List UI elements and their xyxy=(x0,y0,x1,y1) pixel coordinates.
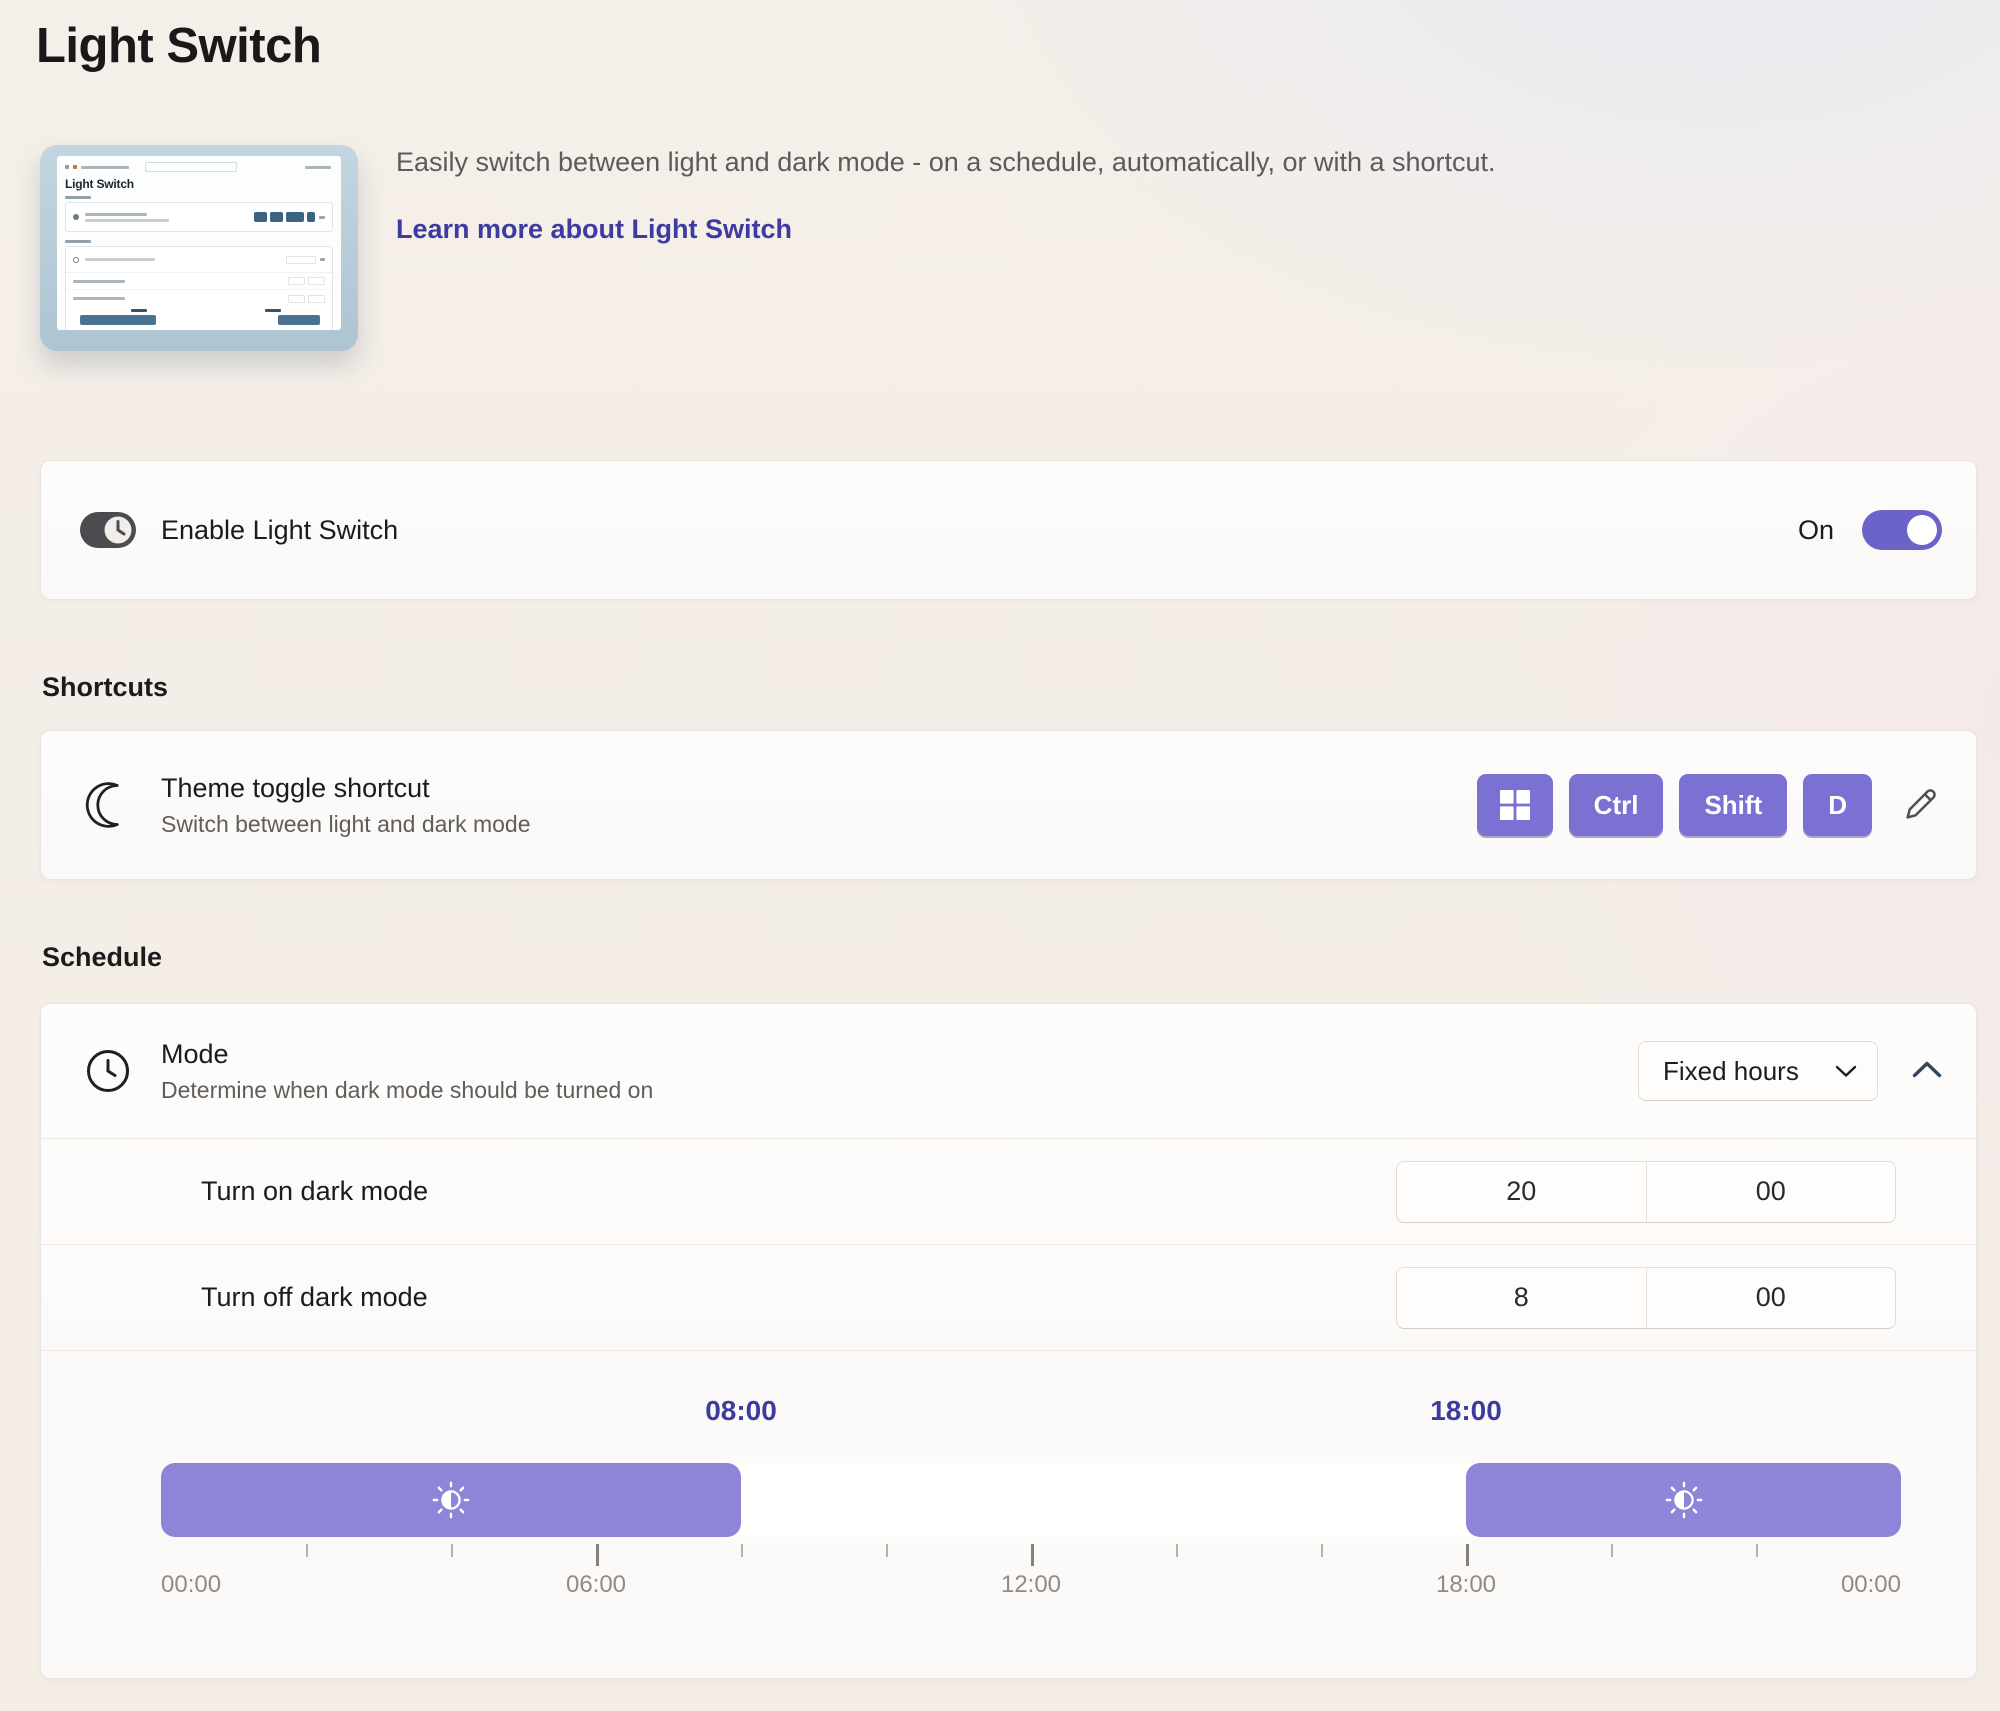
chevron-up-icon xyxy=(1912,1061,1942,1081)
timeline-tick-major xyxy=(1466,1544,1469,1566)
timeline-tick xyxy=(451,1544,453,1557)
dark-mode-period-bar[interactable] xyxy=(161,1463,741,1537)
turn-on-time-inputs: 20 00 xyxy=(1396,1161,1896,1223)
turn-off-minute-input[interactable]: 00 xyxy=(1646,1268,1896,1328)
mode-subtitle: Determine when dark mode should be turne… xyxy=(161,1077,653,1104)
timeline-tick xyxy=(1611,1544,1613,1557)
timeline-tick-major xyxy=(596,1544,599,1566)
mode-row: Mode Determine when dark mode should be … xyxy=(41,1004,1976,1138)
edit-shortcut-button[interactable] xyxy=(1896,781,1944,829)
shortcuts-section-label: Shortcuts xyxy=(42,672,168,703)
toggle-state-label: On xyxy=(1798,515,1834,546)
key-badge-d: D xyxy=(1803,774,1872,836)
turn-on-hour-input[interactable]: 20 xyxy=(1397,1162,1646,1222)
timeline-axis-label: 18:00 xyxy=(1436,1571,1496,1599)
hero-section: Light Switch xyxy=(40,145,1496,351)
toggle-knob[interactable] xyxy=(1907,515,1937,545)
turn-off-time-inputs: 8 00 xyxy=(1396,1267,1896,1329)
turn-off-hour-input[interactable]: 8 xyxy=(1397,1268,1646,1328)
mode-dropdown-value: Fixed hours xyxy=(1663,1056,1799,1087)
timeline-tick-major xyxy=(1031,1544,1034,1566)
timeline-track[interactable] xyxy=(161,1463,1901,1537)
turn-on-label: Turn on dark mode xyxy=(201,1176,428,1207)
enable-label: Enable Light Switch xyxy=(161,515,398,546)
turn-on-dark-mode-row: Turn on dark mode 20 00 xyxy=(41,1138,1976,1244)
shortcut-keys: CtrlShift D xyxy=(1477,774,1872,836)
mini-page-title: Light Switch xyxy=(65,177,333,191)
chevron-down-icon xyxy=(1835,1065,1857,1078)
timeline-axis-label: 06:00 xyxy=(566,1571,626,1599)
timeline-axis-label: 12:00 xyxy=(1001,1571,1061,1599)
dark-mode-period-bar[interactable] xyxy=(1466,1463,1901,1537)
toggle-clock-icon xyxy=(79,510,137,550)
shortcut-title: Theme toggle shortcut xyxy=(161,773,531,804)
timeline-tick xyxy=(1176,1544,1178,1557)
schedule-section-label: Schedule xyxy=(42,942,162,973)
key-badge-ctrl: Ctrl xyxy=(1569,774,1664,836)
pencil-icon xyxy=(1899,783,1941,828)
shortcut-subtitle: Switch between light and dark mode xyxy=(161,811,531,838)
mode-title: Mode xyxy=(161,1039,653,1070)
dark-period-time-label: 08:00 xyxy=(705,1395,777,1427)
enable-toggle[interactable] xyxy=(1862,510,1942,550)
turn-off-label: Turn off dark mode xyxy=(201,1282,428,1313)
moon-icon xyxy=(79,779,137,831)
app-preview-image: Light Switch xyxy=(40,145,358,351)
timeline-tick xyxy=(741,1544,743,1557)
schedule-timeline: 08:00 18:00 00:00 06:00 12:00 18:00 00:00 xyxy=(41,1350,1976,1679)
mode-dropdown[interactable]: Fixed hours xyxy=(1638,1041,1878,1101)
windows-key-icon xyxy=(1477,774,1553,836)
schedule-card: Mode Determine when dark mode should be … xyxy=(40,1003,1977,1679)
timeline-axis-label: 00:00 xyxy=(161,1571,221,1599)
timeline-tick xyxy=(306,1544,308,1557)
timeline-tick xyxy=(1756,1544,1758,1557)
theme-toggle-shortcut-row: Theme toggle shortcut Switch between lig… xyxy=(40,730,1977,880)
app-description: Easily switch between light and dark mod… xyxy=(396,147,1496,178)
collapse-expander-button[interactable] xyxy=(1912,1061,1942,1081)
timeline-tick xyxy=(1321,1544,1323,1557)
half-sun-icon xyxy=(1663,1479,1705,1521)
app-preview-mini-window: Light Switch xyxy=(57,156,341,330)
turn-on-minute-input[interactable]: 00 xyxy=(1646,1162,1896,1222)
key-badge-shift: Shift xyxy=(1679,774,1787,836)
turn-off-dark-mode-row: Turn off dark mode 8 00 xyxy=(41,1244,1976,1350)
enable-light-switch-row: Enable Light Switch On xyxy=(40,460,1977,600)
page-title: Light Switch xyxy=(36,18,321,74)
dark-period-time-label: 18:00 xyxy=(1430,1395,1502,1427)
light-switch-settings-page: Light Switch Light Switch xyxy=(0,0,2000,1711)
clock-icon xyxy=(79,1047,137,1095)
half-sun-icon xyxy=(430,1479,472,1521)
timeline-axis-label: 00:00 xyxy=(1841,1571,1901,1599)
learn-more-link[interactable]: Learn more about Light Switch xyxy=(396,214,792,245)
timeline-tick xyxy=(886,1544,888,1557)
